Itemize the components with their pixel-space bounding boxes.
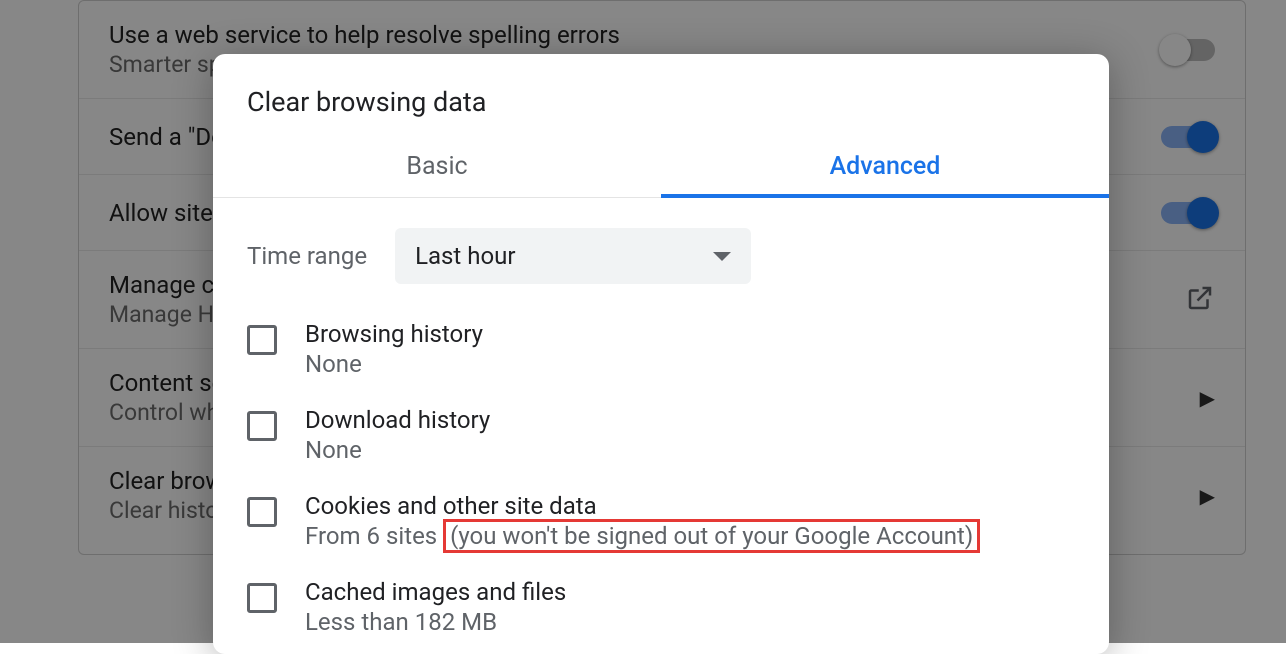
- time-range-select[interactable]: Last hour: [395, 228, 751, 284]
- time-range-label: Time range: [247, 242, 367, 270]
- option-title: Cached images and files: [305, 578, 566, 606]
- clear-browsing-data-dialog: Clear browsing data Basic Advanced Time …: [213, 54, 1109, 654]
- option-download-history: Download history None: [247, 392, 1075, 478]
- option-title: Browsing history: [305, 320, 483, 348]
- dialog-tabs: Basic Advanced: [213, 138, 1109, 198]
- tab-advanced[interactable]: Advanced: [661, 138, 1109, 197]
- option-sub: None: [305, 436, 490, 464]
- option-cached: Cached images and files Less than 182 MB: [247, 564, 1075, 650]
- dialog-title: Clear browsing data: [213, 54, 1109, 138]
- option-sub: None: [305, 350, 483, 378]
- time-range-row: Time range Last hour: [213, 198, 1109, 306]
- caret-down-icon: [713, 252, 731, 261]
- option-title: Download history: [305, 406, 490, 434]
- option-sub: Less than 182 MB: [305, 608, 566, 636]
- option-title: Cookies and other site data: [305, 492, 980, 520]
- tab-basic[interactable]: Basic: [213, 138, 661, 197]
- option-sub: From 6 sites (you won't be signed out of…: [305, 522, 980, 550]
- highlight-annotation: (you won't be signed out of your Google …: [443, 519, 980, 553]
- option-browsing-history: Browsing history None: [247, 306, 1075, 392]
- checkbox-cookies[interactable]: [247, 497, 277, 527]
- checkbox-download-history[interactable]: [247, 411, 277, 441]
- clear-options-list: Browsing history None Download history N…: [213, 306, 1109, 650]
- time-range-value: Last hour: [415, 242, 515, 270]
- checkbox-browsing-history[interactable]: [247, 325, 277, 355]
- checkbox-cached[interactable]: [247, 583, 277, 613]
- option-cookies: Cookies and other site data From 6 sites…: [247, 478, 1075, 564]
